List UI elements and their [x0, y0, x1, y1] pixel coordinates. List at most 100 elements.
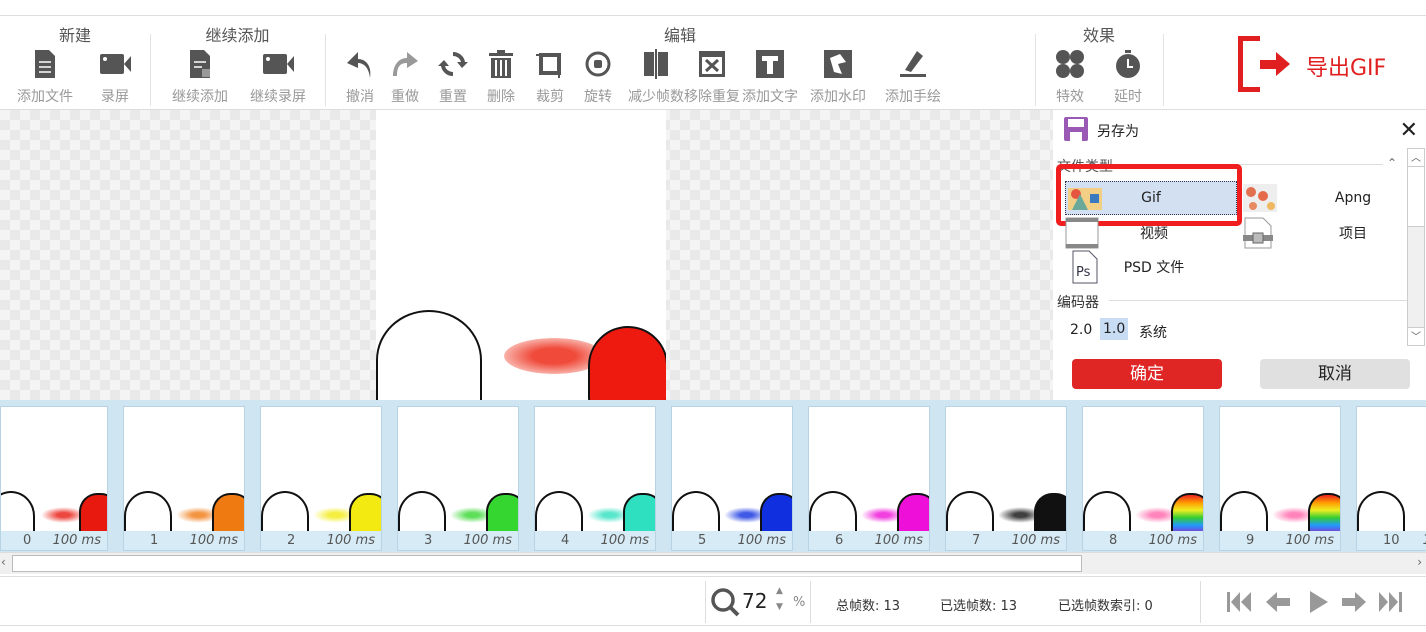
panel-scrollbar[interactable]: ︿ ﹀ — [1407, 148, 1425, 346]
scroll-right-icon[interactable]: › — [1417, 555, 1422, 569]
close-icon[interactable]: ✕ — [1400, 118, 1418, 143]
white-character — [809, 491, 857, 533]
group-title: 编辑 — [663, 26, 696, 45]
frame-image — [809, 407, 929, 533]
frame-thumbnail[interactable]: 3 100 ms — [397, 406, 519, 551]
export-gif-button[interactable]: 导出GIF — [1238, 36, 1408, 92]
encoder-option[interactable]: 系统 — [1139, 322, 1167, 342]
timer-icon — [1112, 48, 1144, 80]
frame-thumbnail[interactable]: 9 100 ms — [1219, 406, 1341, 551]
white-character — [1357, 491, 1405, 533]
scroll-down-icon[interactable]: ﹀ — [1408, 327, 1424, 345]
button-label: 添加手绘 — [885, 89, 941, 105]
draw-icon — [897, 48, 929, 80]
colored-character — [623, 493, 655, 533]
scroll-up-icon[interactable]: ︿ — [1408, 149, 1424, 167]
frame-image — [261, 407, 381, 533]
camera-button[interactable]: 录屏 — [80, 48, 150, 106]
frame-thumbnail[interactable]: 0 100 ms — [0, 406, 108, 551]
zoom-stepper[interactable]: ▲ ▼ — [776, 583, 783, 615]
frame-thumbnail[interactable]: 10 100 ms — [1356, 406, 1426, 551]
frame-info: 0 100 ms — [1, 531, 107, 550]
encoder-option[interactable]: 2.0 — [1070, 322, 1092, 338]
crop-icon — [534, 48, 566, 80]
cancel-button[interactable]: 取消 — [1260, 359, 1410, 389]
project-icon — [1243, 217, 1273, 249]
file-type-label: Apng — [1334, 190, 1372, 206]
zoom-value[interactable]: 72 — [742, 589, 767, 613]
frame-info: 7 100 ms — [946, 531, 1066, 550]
status-bar: 72 ▲ ▼ % 总帧数: 13 已选帧数: 13 已选帧数索引: 0 — [0, 576, 1426, 626]
colored-character — [1034, 493, 1066, 533]
selected-index: 已选帧数索引: 0 — [1058, 599, 1153, 614]
white-character — [376, 310, 482, 400]
frame-image — [1, 407, 107, 533]
frame-index: 0 — [23, 533, 32, 548]
file-type-apng[interactable]: Apng — [1243, 181, 1423, 215]
frame-strip-scrollbar[interactable]: ‹ › — [0, 552, 1426, 574]
panel-title: 另存为 — [1097, 124, 1139, 140]
divider — [1200, 581, 1201, 623]
first-frame-icon[interactable] — [1226, 589, 1254, 615]
frame-delay: 100 ms — [326, 533, 375, 548]
white-character — [672, 491, 720, 533]
last-frame-icon[interactable] — [1376, 589, 1404, 615]
frame-delay: 100 ms — [52, 533, 101, 548]
group-title: 效果 — [1082, 26, 1115, 45]
frame-thumbnail[interactable]: 4 100 ms — [534, 406, 656, 551]
divider — [705, 581, 706, 623]
button-label: 继续添加 — [172, 89, 228, 105]
scroll-left-icon[interactable]: ‹ — [1, 555, 6, 569]
frame-index: 6 — [835, 533, 844, 548]
timer-button[interactable]: 延时 — [1093, 48, 1163, 106]
frame-index: 4 — [561, 533, 570, 548]
frame-index: 1 — [150, 533, 159, 548]
group-title: 新建 — [58, 26, 91, 45]
frame-index: 3 — [424, 533, 433, 548]
scroll-thumb[interactable] — [1408, 167, 1424, 227]
file-button[interactable]: 添加文件 — [10, 48, 80, 106]
scroll-thumb[interactable] — [12, 555, 1082, 572]
spray-effect — [1409, 507, 1426, 523]
button-label: 录屏 — [101, 89, 129, 105]
rotate-icon — [582, 48, 614, 80]
frame-thumbnail[interactable]: 7 100 ms — [945, 406, 1067, 551]
colored-character — [349, 493, 381, 533]
frame-image — [672, 407, 792, 533]
frame-thumbnail[interactable]: 8 100 ms — [1082, 406, 1204, 551]
frame-thumbnail[interactable]: 2 100 ms — [260, 406, 382, 551]
white-character — [1220, 491, 1268, 533]
frame-image — [1220, 407, 1340, 533]
divider — [1163, 34, 1164, 106]
text-icon — [754, 48, 786, 80]
next-frame-icon[interactable] — [1340, 589, 1368, 615]
frame-delay: 100 ms — [1285, 533, 1334, 548]
frame-thumbnail[interactable]: 1 100 ms — [123, 406, 245, 551]
draw-button[interactable]: 添加手绘 — [868, 48, 958, 106]
camera-button[interactable]: 继续录屏 — [243, 48, 313, 106]
frame-thumbnail[interactable]: 5 100 ms — [671, 406, 793, 551]
colored-character — [897, 493, 929, 533]
save-as-panel: 另存为 ✕ 文件类型 ⌃ Gif Apng 视频 项目 Ps PSD 文件 编码… — [1053, 110, 1426, 400]
colored-character — [1308, 493, 1340, 533]
ok-button[interactable]: 确定 — [1072, 359, 1222, 389]
redo-icon — [389, 48, 421, 80]
file-add-button[interactable]: 继续添加 — [165, 48, 235, 106]
reset-icon — [437, 48, 469, 80]
encoder-option-selected[interactable]: 1.0 — [1100, 318, 1129, 340]
play-icon[interactable] — [1304, 589, 1332, 615]
export-label: 导出GIF — [1306, 56, 1387, 81]
white-character — [398, 491, 446, 533]
collapse-icon[interactable]: ⌃ — [1387, 156, 1397, 170]
frame-info: 1 100 ms — [124, 531, 244, 550]
white-character — [946, 491, 994, 533]
file-type-psd[interactable]: Ps PSD 文件 — [1065, 250, 1243, 284]
previous-frame-icon[interactable] — [1264, 589, 1292, 615]
file-type-project[interactable]: 项目 — [1243, 216, 1423, 250]
file-type-video[interactable]: 视频 — [1065, 216, 1243, 250]
zoom-percent: % — [793, 595, 806, 610]
frame-delay: 100 ms — [737, 533, 786, 548]
frame-delay: 100 ms — [1423, 533, 1426, 548]
frame-thumbnail[interactable]: 6 100 ms — [808, 406, 930, 551]
frame-delay: 100 ms — [1011, 533, 1060, 548]
